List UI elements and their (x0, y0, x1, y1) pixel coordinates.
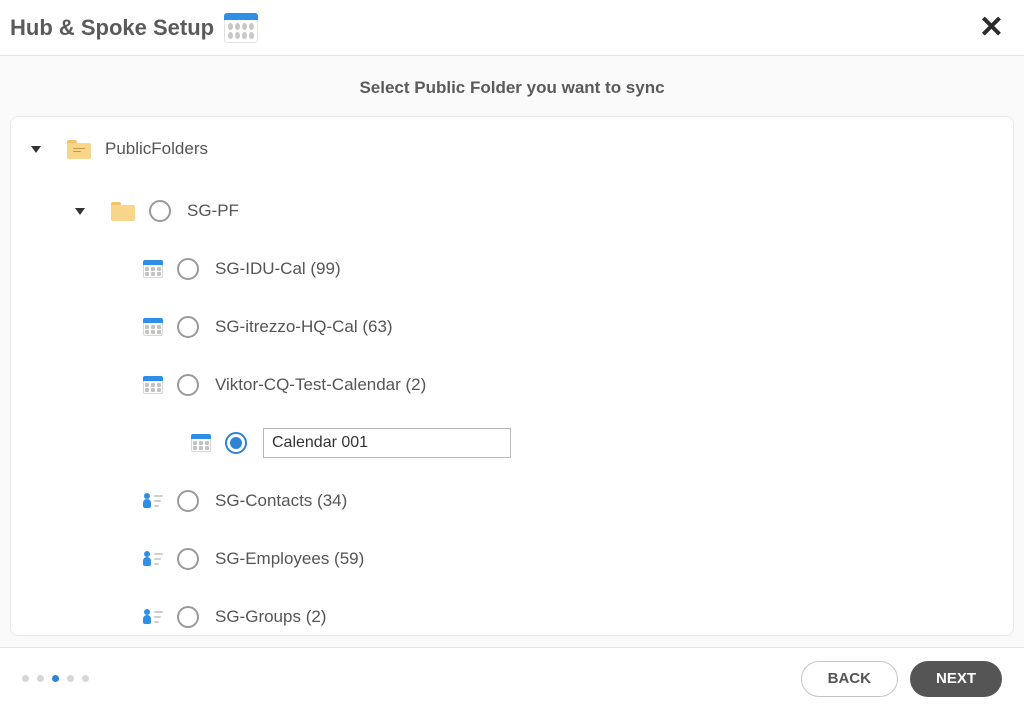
step-dot (52, 675, 59, 682)
next-button[interactable]: NEXT (910, 661, 1002, 697)
tree-row-publicfolders[interactable]: PublicFolders (31, 135, 993, 163)
tree-row-sg-idu-cal[interactable]: SG-IDU-Cal (99) (31, 255, 993, 283)
radio-sg-groups[interactable] (177, 606, 199, 628)
folder-label: SG-itrezzo-HQ-Cal (63) (215, 317, 393, 337)
step-indicator (22, 675, 89, 682)
folder-label: PublicFolders (105, 139, 208, 159)
radio-calendar-001[interactable] (225, 432, 247, 454)
folder-tree: PublicFolders SG-PF SG-IDU-Cal (99) (31, 135, 993, 631)
close-icon[interactable]: ✕ (975, 9, 1008, 47)
dialog-title: Hub & Spoke Setup (10, 15, 214, 41)
contact-card-icon (143, 551, 163, 567)
caret-down-icon[interactable] (75, 208, 85, 215)
folder-label: SG-PF (187, 201, 239, 221)
tree-row-sg-contacts[interactable]: SG-Contacts (34) (31, 487, 993, 515)
tree-row-calendar-001[interactable] (31, 429, 993, 457)
radio-sg-employees[interactable] (177, 548, 199, 570)
step-dot (82, 675, 89, 682)
contact-card-icon (143, 609, 163, 625)
calendar-icon (143, 318, 163, 336)
footer-buttons: BACK NEXT (801, 661, 1002, 697)
tree-row-viktor-cq-test-calendar[interactable]: Viktor-CQ-Test-Calendar (2) (31, 371, 993, 399)
calendar-icon (191, 434, 211, 452)
back-button[interactable]: BACK (801, 661, 898, 697)
calendar-icon (224, 13, 258, 43)
step-dot (67, 675, 74, 682)
folder-tree-panel: PublicFolders SG-PF SG-IDU-Cal (99) (10, 116, 1014, 636)
tree-row-sg-itrezzo-hq-cal[interactable]: SG-itrezzo-HQ-Cal (63) (31, 313, 993, 341)
dialog-header: Hub & Spoke Setup ✕ (0, 0, 1024, 56)
radio-sg-contacts[interactable] (177, 490, 199, 512)
folder-label: SG-Employees (59) (215, 549, 364, 569)
step-dot (22, 675, 29, 682)
header-left: Hub & Spoke Setup (10, 13, 258, 43)
tree-row-sg-pf[interactable]: SG-PF (31, 197, 993, 225)
contact-card-icon (143, 493, 163, 509)
tree-row-sg-groups[interactable]: SG-Groups (2) (31, 603, 993, 631)
folder-icon (67, 140, 91, 159)
folder-label: SG-IDU-Cal (99) (215, 259, 341, 279)
radio-sg-itrezzo-hq-cal[interactable] (177, 316, 199, 338)
folder-label: SG-Groups (2) (215, 607, 326, 627)
calendar-icon (143, 260, 163, 278)
radio-viktor-cq-test-calendar[interactable] (177, 374, 199, 396)
folder-label: SG-Contacts (34) (215, 491, 347, 511)
dialog-footer: BACK NEXT (0, 647, 1024, 709)
calendar-name-input[interactable] (263, 428, 511, 458)
step-dot (37, 675, 44, 682)
calendar-icon (143, 376, 163, 394)
folder-icon (111, 202, 135, 221)
caret-down-icon[interactable] (31, 146, 41, 153)
instruction-text: Select Public Folder you want to sync (0, 56, 1024, 116)
radio-sg-idu-cal[interactable] (177, 258, 199, 280)
folder-label: Viktor-CQ-Test-Calendar (2) (215, 375, 426, 395)
tree-row-sg-employees[interactable]: SG-Employees (59) (31, 545, 993, 573)
radio-sg-pf[interactable] (149, 200, 171, 222)
